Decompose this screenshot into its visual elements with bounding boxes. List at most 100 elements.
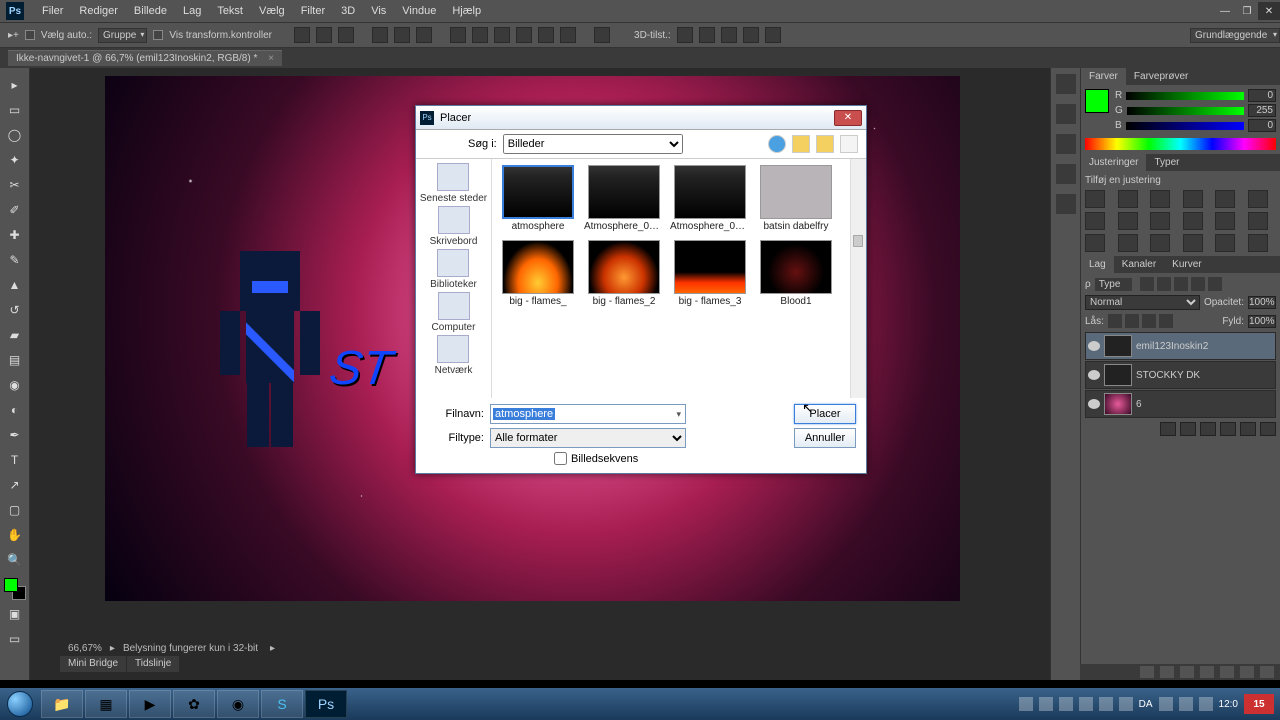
lasso-tool-icon[interactable]: ◯: [4, 124, 26, 146]
tab-channels[interactable]: Kanaler: [1114, 256, 1164, 273]
align-icon[interactable]: [372, 27, 388, 43]
new-folder-icon[interactable]: [816, 135, 834, 153]
place-biblioteker[interactable]: Biblioteker: [430, 249, 477, 290]
file-browser[interactable]: atmosphere Atmosphere_01_... Atmosphere_…: [492, 159, 850, 398]
color-value[interactable]: 0: [1248, 119, 1276, 132]
character-panel-icon[interactable]: [1056, 134, 1076, 154]
link-icon[interactable]: [1140, 666, 1154, 678]
color-swatches[interactable]: [4, 578, 26, 600]
tab-colors[interactable]: Farver: [1081, 68, 1126, 85]
menu-hjælp[interactable]: Hjælp: [444, 5, 489, 17]
adjustment-icon[interactable]: [1150, 234, 1170, 252]
adjustment-icon[interactable]: [1085, 234, 1105, 252]
tab-types[interactable]: Typer: [1146, 154, 1187, 171]
file-item[interactable]: big - flames_: [496, 240, 580, 307]
file-item[interactable]: Blood1: [754, 240, 838, 307]
new-folder-icon[interactable]: [1200, 422, 1216, 436]
blur-tool-icon[interactable]: ◉: [4, 374, 26, 396]
visibility-icon[interactable]: [1088, 399, 1100, 409]
tab-layers[interactable]: Lag: [1081, 256, 1114, 273]
tray-icon[interactable]: [1099, 697, 1113, 711]
screenmode-icon[interactable]: ▭: [4, 628, 26, 650]
new-layer-icon[interactable]: [1240, 422, 1256, 436]
place-skrivebord[interactable]: Skrivebord: [430, 206, 478, 247]
place-seneste-steder[interactable]: Seneste steder: [420, 163, 487, 204]
layer-thumbnail[interactable]: [1104, 393, 1132, 415]
place-netværk[interactable]: Netværk: [435, 335, 473, 376]
align-icon[interactable]: [294, 27, 310, 43]
fx-icon[interactable]: [1160, 666, 1174, 678]
color-slider[interactable]: [1127, 107, 1244, 115]
menu-3d[interactable]: 3D: [333, 5, 363, 17]
3d-icon[interactable]: [721, 27, 737, 43]
new-icon[interactable]: [1240, 666, 1254, 678]
adjustment-icon[interactable]: [1248, 212, 1268, 230]
type-tool-icon[interactable]: T: [4, 449, 26, 471]
adjustment-icon[interactable]: [1183, 190, 1203, 208]
adjustment-icon[interactable]: [1118, 212, 1138, 230]
visibility-icon[interactable]: [1088, 370, 1100, 380]
tray-icon[interactable]: [1059, 697, 1073, 711]
adjustment-icon[interactable]: [1248, 190, 1268, 208]
distribute-icon[interactable]: [594, 27, 610, 43]
adjustment-icon[interactable]: [1183, 234, 1203, 252]
chrome-taskbar-icon[interactable]: ◉: [217, 690, 259, 718]
adjustment-icon[interactable]: [1150, 190, 1170, 208]
place-button[interactable]: Placer: [794, 404, 856, 424]
distribute-icon[interactable]: [450, 27, 466, 43]
foreground-swatch[interactable]: [1085, 89, 1109, 113]
eyedropper-tool-icon[interactable]: ✐: [4, 199, 26, 221]
color-value[interactable]: 255: [1248, 104, 1276, 117]
file-item[interactable]: big - flames_3: [668, 240, 752, 307]
distribute-icon[interactable]: [560, 27, 576, 43]
close-tab-icon[interactable]: ×: [268, 53, 274, 64]
menu-vælg[interactable]: Vælg: [251, 5, 293, 17]
zoom-tool-icon[interactable]: 🔍: [4, 549, 26, 571]
layer-filter-dropdown[interactable]: Type: [1095, 278, 1133, 291]
workspace-dropdown[interactable]: Grundlæggende: [1190, 28, 1280, 43]
adjustment-icon[interactable]: [1248, 234, 1268, 252]
adjustment-icon[interactable]: [1220, 666, 1234, 678]
history-brush-icon[interactable]: ↺: [4, 299, 26, 321]
filename-input[interactable]: atmosphere: [490, 404, 686, 424]
adjustment-icon[interactable]: [1118, 234, 1138, 252]
lock-icon[interactable]: [1125, 314, 1139, 328]
trash-icon[interactable]: [1260, 422, 1276, 436]
auto-select-checkbox[interactable]: [25, 30, 35, 40]
align-icon[interactable]: [394, 27, 410, 43]
adjustment-icon[interactable]: [1150, 212, 1170, 230]
menu-billede[interactable]: Billede: [126, 5, 175, 17]
align-icon[interactable]: [316, 27, 332, 43]
network-icon[interactable]: [1179, 697, 1193, 711]
folder-icon[interactable]: [1200, 666, 1214, 678]
color-slider[interactable]: [1126, 92, 1244, 100]
timeline-tab[interactable]: Tidslinje: [127, 656, 179, 672]
zoom-level[interactable]: 66,67%: [68, 643, 102, 654]
layer-row[interactable]: STOCKKY DK: [1085, 361, 1276, 389]
crop-tool-icon[interactable]: ✂: [4, 174, 26, 196]
visibility-icon[interactable]: [1088, 341, 1100, 351]
tray-clock[interactable]: 12:0: [1219, 699, 1238, 710]
spectrum-bar[interactable]: [1085, 138, 1276, 150]
close-button[interactable]: ✕: [1258, 2, 1280, 20]
filter-icon[interactable]: [1174, 277, 1188, 291]
pen-tool-icon[interactable]: ✒: [4, 424, 26, 446]
transform-checkbox[interactable]: [153, 30, 163, 40]
minimize-button[interactable]: —: [1214, 2, 1236, 20]
mask-icon[interactable]: [1180, 666, 1194, 678]
layer-row[interactable]: 6: [1085, 390, 1276, 418]
cancel-button[interactable]: Annuller: [794, 428, 856, 448]
brush-tool-icon[interactable]: ✎: [4, 249, 26, 271]
menu-filer[interactable]: Filer: [34, 5, 71, 17]
distribute-icon[interactable]: [516, 27, 532, 43]
color-slider[interactable]: [1126, 122, 1244, 130]
file-item[interactable]: Atmosphere_07_...: [668, 165, 752, 232]
fx-icon[interactable]: [1160, 422, 1176, 436]
heal-tool-icon[interactable]: ✚: [4, 224, 26, 246]
file-item[interactable]: batsin dabelfry: [754, 165, 838, 232]
dodge-tool-icon[interactable]: ◐: [4, 399, 26, 421]
tray-language[interactable]: DA: [1139, 699, 1153, 710]
media-player-taskbar-icon[interactable]: ▶: [129, 690, 171, 718]
stamp-tool-icon[interactable]: ▲: [4, 274, 26, 296]
menu-tekst[interactable]: Tekst: [209, 5, 251, 17]
